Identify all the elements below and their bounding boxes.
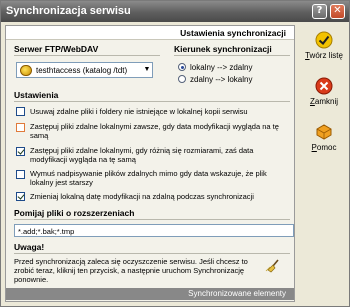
checkbox-replace-always[interactable]	[16, 123, 25, 132]
help-title-button[interactable]: ?	[312, 4, 327, 19]
divider	[14, 219, 290, 220]
settings-group-title: Ustawienia	[14, 90, 59, 100]
footer-bar[interactable]: Synchronizowane elementy	[6, 288, 294, 300]
direction-label-local-to-remote: lokalny --> zdalny	[190, 63, 253, 72]
divider	[14, 253, 290, 254]
panel-header-label: Ustawienia synchronizacji	[180, 28, 286, 38]
checkbox-delete-remote[interactable]	[16, 107, 25, 116]
direction-radio-local-to-remote[interactable]	[178, 63, 186, 71]
label-delete-remote: Usuwaj zdalne pliki i foldery nie istnie…	[30, 107, 248, 116]
footer-label: Synchronizowane elementy	[188, 289, 286, 298]
direction-group-title: Kierunek synchronizacji	[174, 44, 272, 54]
divider	[14, 55, 160, 56]
close-title-button[interactable]: ✕	[330, 4, 345, 19]
checkbox-replace-size[interactable]	[16, 147, 25, 156]
broom-icon[interactable]	[264, 259, 282, 273]
label-replace-always: Zastępuj pliki zdalne lokalnymi zawsze, …	[30, 122, 279, 140]
server-select-value: testhtaccess (katalog /tdt)	[36, 66, 128, 75]
panel-header: Ustawienia synchronizacji	[6, 26, 294, 40]
label-change-date: Zmieniaj lokalną datę modyfikacji na zda…	[30, 192, 254, 201]
chevron-down-icon[interactable]: ▼	[142, 62, 153, 78]
divider	[174, 55, 290, 56]
create-list-label: Twórz listę	[305, 51, 343, 60]
title-bar[interactable]: Synchronizacja serwisu ? ✕	[1, 1, 349, 22]
warning-text: Przed synchronizacją zaleca się oczyszcz…	[14, 257, 248, 284]
help-icon	[316, 124, 332, 140]
close-button[interactable]: Zamknij	[301, 77, 347, 106]
extensions-group-title: Pomijaj pliki o rozszerzeniach	[14, 208, 135, 218]
create-list-button[interactable]: Twórz listę	[301, 31, 347, 60]
check-icon	[315, 31, 333, 49]
checkbox-change-date[interactable]	[16, 192, 25, 201]
sync-dialog: Synchronizacja serwisu ? ✕ Ustawienia sy…	[0, 0, 350, 307]
label-force-overwrite: Wymuś nadpisywanie plików zdalnych mimo …	[30, 169, 267, 187]
window-title: Synchronizacja serwisu	[6, 5, 131, 17]
warning-title: Uwaga!	[14, 242, 45, 252]
server-group-title: Serwer FTP/WebDAV	[14, 44, 99, 54]
close-label: Zamknij	[309, 97, 338, 106]
server-icon	[20, 65, 32, 76]
extensions-input[interactable]: *.add;*.bak;*.tmp	[14, 224, 294, 237]
direction-label-remote-to-local: zdalny --> lokalny	[190, 75, 253, 84]
close-icon	[315, 77, 333, 95]
label-replace-size: Zastępuj pliki zdalne lokalnymi, gdy róż…	[30, 146, 254, 164]
help-label: Pomoc	[311, 143, 337, 152]
divider	[14, 101, 290, 102]
settings-panel: Ustawienia synchronizacji Serwer FTP/Web…	[5, 25, 295, 302]
direction-radio-remote-to-local[interactable]	[178, 75, 186, 83]
help-button[interactable]: Pomoc	[301, 123, 347, 152]
checkbox-force-overwrite[interactable]	[16, 170, 25, 179]
server-select[interactable]: testhtaccess (katalog /tdt)	[16, 62, 153, 78]
